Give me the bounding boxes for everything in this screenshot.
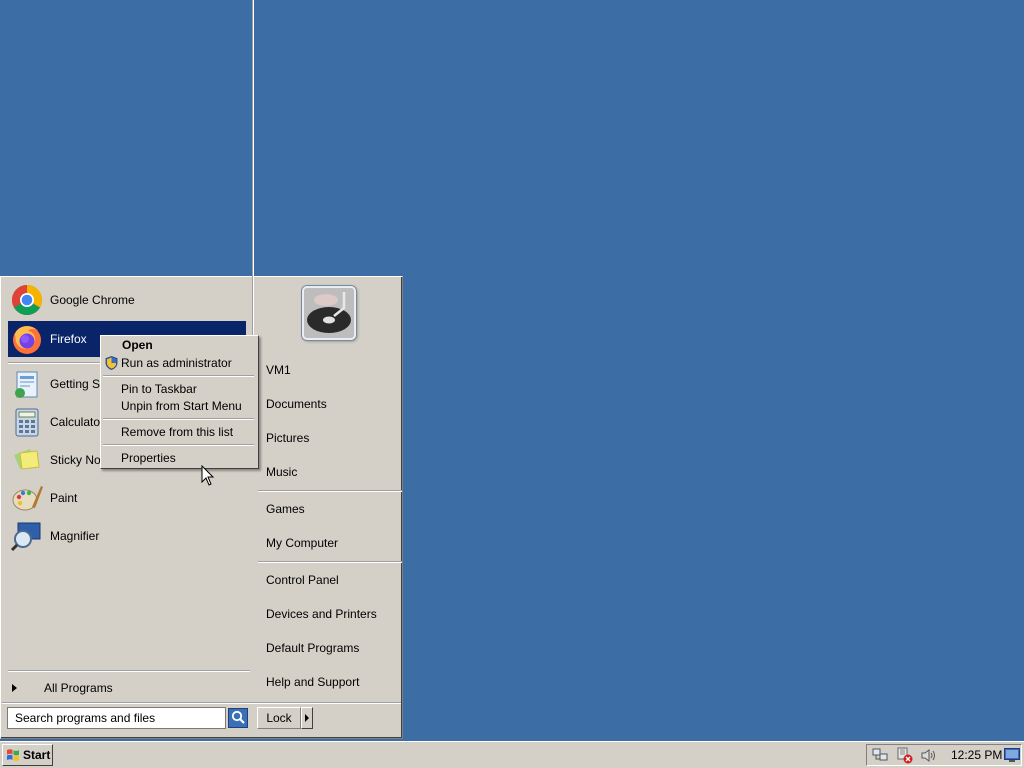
program-label: Google Chrome xyxy=(50,293,135,307)
user-picture[interactable] xyxy=(302,286,356,340)
ctx-separator xyxy=(103,375,254,377)
program-label: Magnifier xyxy=(50,529,100,543)
program-magnifier[interactable]: Magnifier xyxy=(8,518,246,554)
right-item-default-programs[interactable]: Default Programs xyxy=(266,638,359,658)
turntable-icon xyxy=(304,288,354,338)
program-label: Paint xyxy=(50,491,78,505)
right-item-pictures[interactable]: Pictures xyxy=(266,428,309,448)
right-item-games[interactable]: Games xyxy=(266,499,305,519)
magnifier-icon xyxy=(10,519,44,553)
ctx-properties[interactable]: Properties xyxy=(121,450,176,466)
sticky-notes-icon xyxy=(10,443,44,477)
show-desktop-icon[interactable] xyxy=(1004,748,1020,762)
firefox-icon xyxy=(10,322,44,356)
mouse-cursor-icon xyxy=(201,465,215,486)
ctx-open[interactable]: Open xyxy=(122,337,153,353)
program-google-chrome[interactable]: Google Chrome xyxy=(8,282,246,318)
ctx-remove-from-list[interactable]: Remove from this list xyxy=(121,424,233,440)
right-item-help-and-support[interactable]: Help and Support xyxy=(266,672,359,692)
right-item-music[interactable]: Music xyxy=(266,462,297,482)
right-separator xyxy=(258,490,402,492)
right-item-my-computer[interactable]: My Computer xyxy=(266,533,338,553)
uac-shield-icon xyxy=(105,356,118,370)
right-item-devices-and-printers[interactable]: Devices and Printers xyxy=(266,604,377,624)
right-item-control-panel[interactable]: Control Panel xyxy=(266,570,339,590)
start-button[interactable]: Start xyxy=(2,744,53,766)
ctx-separator xyxy=(103,444,254,446)
volume-icon[interactable] xyxy=(920,748,938,763)
right-item-documents[interactable]: Documents xyxy=(266,394,327,414)
all-programs-button[interactable]: All Programs xyxy=(8,678,248,698)
right-item-vm1[interactable]: VM1 xyxy=(266,360,291,380)
search-button[interactable] xyxy=(228,708,248,728)
arrow-right-icon xyxy=(305,714,309,722)
clock[interactable]: 12:25 PM xyxy=(951,745,1002,765)
search-row-separator xyxy=(2,702,401,704)
getting-started-icon xyxy=(10,367,44,401)
shutdown-options-button[interactable] xyxy=(301,707,313,729)
ctx-pin-to-taskbar[interactable]: Pin to Taskbar xyxy=(121,381,197,397)
ctx-run-as-administrator[interactable]: Run as administrator xyxy=(121,355,232,371)
all-programs-separator xyxy=(8,670,250,672)
paint-icon xyxy=(10,481,44,515)
windows-logo-icon xyxy=(6,748,20,762)
all-programs-label: All Programs xyxy=(44,681,113,695)
search-input[interactable]: Search programs and files xyxy=(7,707,226,729)
program-label: Firefox xyxy=(50,332,87,346)
search-icon xyxy=(231,710,245,724)
chrome-icon xyxy=(10,283,44,317)
program-label: Calculator xyxy=(50,415,105,429)
calculator-icon xyxy=(10,405,44,439)
network-icon[interactable] xyxy=(872,748,888,763)
ctx-unpin-from-start-menu[interactable]: Unpin from Start Menu xyxy=(121,398,242,414)
arrow-right-icon xyxy=(12,684,17,692)
ctx-separator xyxy=(103,418,254,420)
search-placeholder: Search programs and files xyxy=(15,711,156,725)
start-label: Start xyxy=(23,748,51,762)
action-center-error-icon[interactable] xyxy=(896,747,914,764)
right-separator xyxy=(258,561,402,563)
lock-button[interactable]: Lock xyxy=(257,707,301,729)
